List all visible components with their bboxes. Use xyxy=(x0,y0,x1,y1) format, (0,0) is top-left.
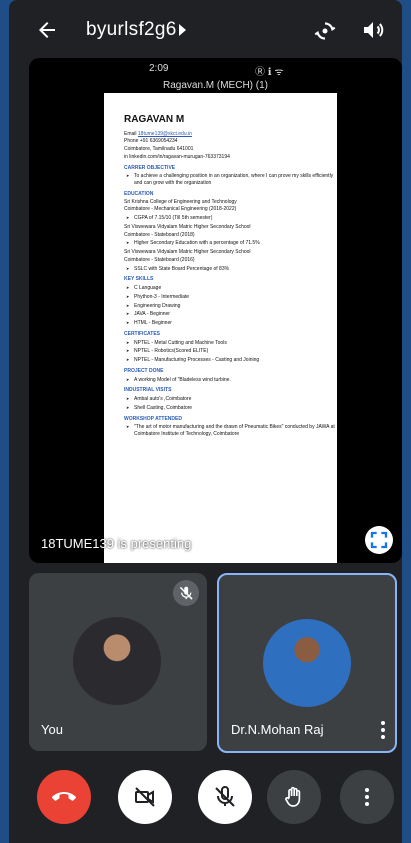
end-call-icon xyxy=(52,792,76,801)
resume-section-heading: KEY SKILLS xyxy=(124,276,154,283)
raise-hand-icon xyxy=(285,786,301,807)
resume-address: Coimbatore, Tamilnadu 641001 xyxy=(124,146,194,152)
avatar xyxy=(263,619,351,707)
resume-bullet: HTML - Beginner xyxy=(124,320,336,327)
participant-tile-other[interactable]: Dr.N.Mohan Raj xyxy=(217,573,397,753)
avatar xyxy=(73,617,161,705)
phone-status-bar: 2:09 Ⓡ ℹ︎ ᯤ xyxy=(149,60,329,78)
resume-name: RAGAVAN M xyxy=(124,114,185,125)
resume-bullet: To achieve a challenging position in an … xyxy=(124,173,336,187)
phone-status-icons: Ⓡ ℹ︎ ᯤ xyxy=(255,67,284,78)
camera-off-icon xyxy=(135,787,155,807)
email-label: Email xyxy=(124,130,137,137)
presentation-view[interactable]: 2:09 Ⓡ ℹ︎ ᯤ Ragavan.M (MECH) (1) RAGAVAN… xyxy=(29,58,402,563)
resume-bullet: CGPA of 7.15/10 (Till 5th semester) xyxy=(124,215,336,222)
participant-name: You xyxy=(41,722,63,737)
top-bar: byurlsf2g6 xyxy=(9,0,402,60)
resume-bullet: Phython-3 - Intermediate xyxy=(124,294,336,301)
resume-sections: CARRER OBJECTIVE To achieve a challenging… xyxy=(124,165,336,438)
resume-section-heading: EDUCATION xyxy=(124,190,154,197)
resume-bullet: NPTEL - Robotics(Scored ELITE) xyxy=(124,348,336,355)
resume-bullet: "The art of motor manufacturing and the … xyxy=(124,424,336,438)
resume-bullet: C Language xyxy=(124,285,336,292)
back-arrow-icon[interactable] xyxy=(35,18,59,42)
resume-line: Sri Viswewara Vidyalam Matric Higher Sec… xyxy=(124,249,251,255)
participant-tile-self[interactable]: You xyxy=(29,573,207,751)
resume-section-heading: CARRER OBJECTIVE xyxy=(124,164,176,171)
raise-hand-button[interactable] xyxy=(267,770,321,824)
resume-bullet: SSLC with State Board Percentage of 83% xyxy=(124,266,336,273)
caret-right-icon[interactable] xyxy=(179,24,186,36)
switch-camera-icon[interactable] xyxy=(312,18,338,44)
resume-section-heading: WORKSHOP ATTENDED xyxy=(124,415,182,422)
volume-icon[interactable] xyxy=(361,18,385,42)
resume-section-heading: PROJECT DONE xyxy=(124,367,164,374)
resume-bullet: NPTEL - Manufacturing Processes - Castin… xyxy=(124,357,336,364)
presenter-label: 18TUME139 is presenting xyxy=(41,536,192,551)
resume-bullet: A working Model of "Bladeless wind turbi… xyxy=(124,377,336,384)
email-link[interactable]: 18tume139@skct.edu.in xyxy=(138,131,192,137)
mic-toggle-button[interactable] xyxy=(198,770,252,824)
more-options-button[interactable] xyxy=(340,770,394,824)
resume-section-heading: INDUSTRIAL VISITS xyxy=(124,387,172,394)
resume-line: Sri Viswewara Vidyalam Matric Higher Sec… xyxy=(124,223,251,230)
end-call-button[interactable] xyxy=(37,770,91,824)
resume-bullet: Ambal auto's ,Coimbatore xyxy=(124,396,336,403)
resume-bullet: Engineering Drawing xyxy=(124,303,336,310)
meeting-code[interactable]: byurlsf2g6 xyxy=(86,19,177,41)
resume-line: Sri Krishna College of Engineering and T… xyxy=(124,198,237,205)
resume-bullet: NPTEL - Metal Cutting and Machine Tools xyxy=(124,340,336,347)
mic-off-icon xyxy=(179,586,193,600)
fullscreen-button[interactable] xyxy=(365,526,393,554)
document-title: Ragavan.M (MECH) (1) xyxy=(162,80,269,91)
resume-line: Coimbatore - Stateboard (2016) xyxy=(124,256,195,263)
fullscreen-icon xyxy=(370,531,388,549)
resume-document: RAGAVAN M Email 18tume139@skct.edu.in Ph… xyxy=(104,93,337,563)
resume-phone: Phone +91 6369054234 xyxy=(124,138,178,145)
call-controls xyxy=(9,768,402,828)
resume-bullet: JAVA - Beginner xyxy=(124,311,336,318)
mic-off-indicator xyxy=(173,580,199,606)
resume-linkedin: in linkedin.com/in/ragavan-murugan-76337… xyxy=(124,153,230,160)
more-vert-icon xyxy=(365,788,369,806)
phone-time: 2:09 xyxy=(149,63,169,74)
resume-bullet: Higher Secondary Education with a percen… xyxy=(124,240,336,247)
resume-section-heading: CERTIFICATES xyxy=(124,330,161,337)
resume-email: Email 18tume139@skct.edu.in xyxy=(124,131,336,138)
resume-bullet: Shell Casting, Coimbatore xyxy=(124,405,336,412)
more-vert-icon[interactable] xyxy=(381,721,385,739)
resume-line: Coimbatore - Mechanical Engineering (201… xyxy=(124,206,237,213)
resume-content: RAGAVAN M Email 18tume139@skct.edu.in Ph… xyxy=(124,113,336,440)
resume-line: Coimbatore - Stateboard (2018) xyxy=(124,231,195,238)
camera-toggle-button[interactable] xyxy=(118,770,172,824)
meet-app: byurlsf2g6 2:09 Ⓡ ℹ︎ ᯤ Ragavan.M (MECH) … xyxy=(9,0,402,843)
mic-off-icon xyxy=(215,786,235,807)
participant-name: Dr.N.Mohan Raj xyxy=(231,722,324,737)
